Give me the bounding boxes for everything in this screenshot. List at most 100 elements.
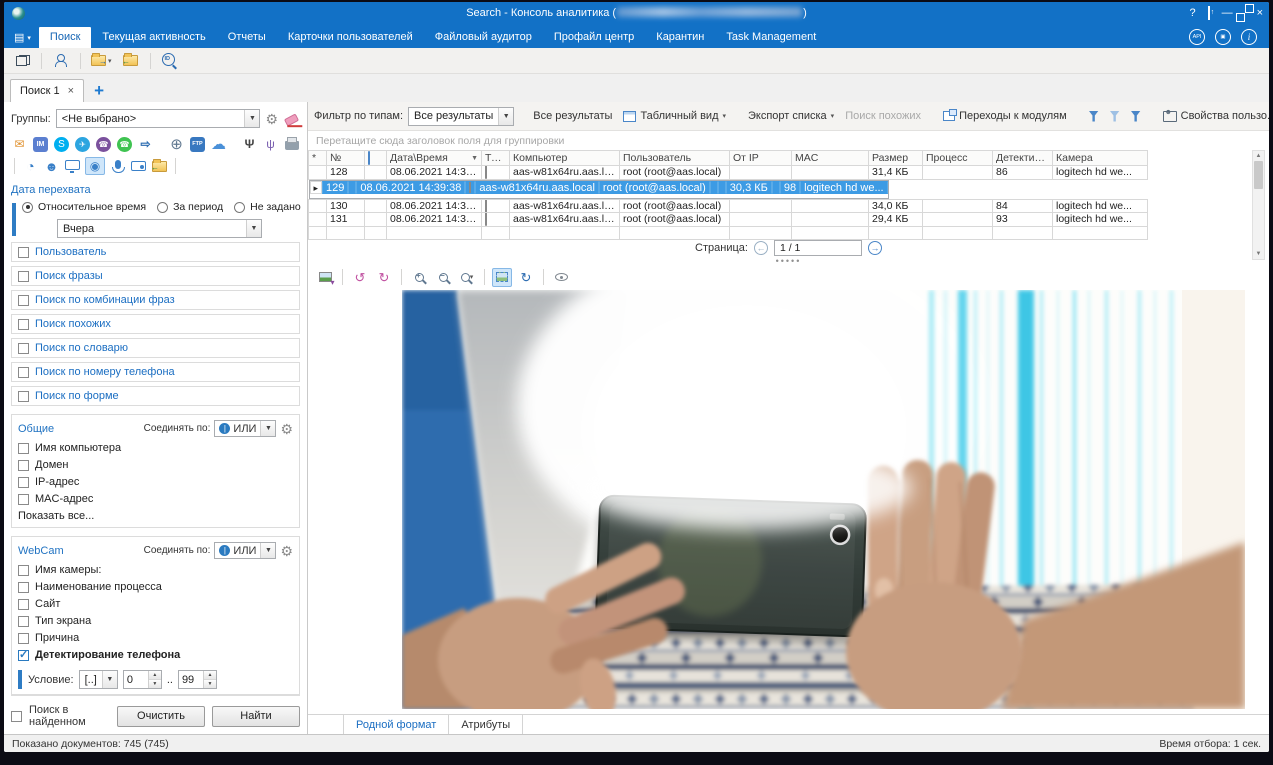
app-menu-button[interactable]: ▤▾: [8, 28, 39, 48]
webcam-item-process-name[interactable]: Наименование процесса: [18, 581, 293, 593]
microphone-channel-icon[interactable]: [109, 158, 126, 174]
lync-channel-icon[interactable]: ⇨: [137, 136, 154, 152]
device-audit-icon[interactable]: [130, 158, 147, 174]
telegram-channel-icon[interactable]: ✈: [74, 136, 91, 152]
tab-current-activity[interactable]: Текущая активность: [91, 27, 216, 48]
preview-button[interactable]: [551, 268, 571, 287]
user-properties-button[interactable]: Свойства пользо...: [1160, 108, 1269, 124]
search-by-id-button[interactable]: ID: [158, 50, 182, 72]
checkbox[interactable]: [18, 582, 29, 593]
import-search-button[interactable]: ←: [119, 50, 143, 72]
folder-transfer-icon[interactable]: ←: [151, 158, 168, 174]
groups-select[interactable]: <Не выбрано>▼: [56, 109, 261, 128]
webcam-channel-icon-selected[interactable]: ◉: [85, 157, 105, 175]
printer-icon[interactable]: [283, 136, 300, 152]
filter-type-select[interactable]: Все результаты▼: [408, 107, 514, 126]
checkbox[interactable]: [18, 247, 29, 258]
webcam-item-reason[interactable]: Причина: [18, 632, 293, 644]
col-computer[interactable]: Компьютер: [510, 151, 620, 166]
eraser-icon[interactable]: [284, 113, 299, 126]
package-icon[interactable]: ▣: [1215, 29, 1231, 45]
common-item-mac[interactable]: MAC-адрес: [18, 493, 293, 505]
checkbox-checked[interactable]: [18, 650, 29, 661]
next-page-button[interactable]: →: [868, 241, 882, 255]
close-tab-icon[interactable]: ×: [68, 85, 74, 97]
rotate-left-button[interactable]: ↺: [350, 268, 370, 287]
table-row[interactable]: 130 08.06.2021 14:39:36 aas-w81x64ru.aas…: [309, 199, 1148, 213]
export-image-button[interactable]: [315, 268, 335, 287]
export-list-button[interactable]: Экспорт списка▾: [745, 108, 837, 124]
table-row[interactable]: 128 08.06.2021 14:39:41 aas-w81x64ru.aas…: [309, 166, 1148, 180]
mail-channel-icon[interactable]: ✉: [11, 136, 28, 152]
tab-profile-center[interactable]: Профайл центр: [543, 27, 645, 48]
usb-device-icon[interactable]: Ψ: [241, 136, 258, 152]
clock-monitoring-icon[interactable]: ◔: [22, 158, 39, 174]
ftp-channel-icon[interactable]: FTP: [189, 136, 206, 152]
zoom-reset-button[interactable]: ↻: [516, 268, 536, 287]
zoom-in-button[interactable]: +: [409, 268, 429, 287]
http-channel-icon[interactable]: ⊕: [168, 136, 185, 152]
fit-to-window-button[interactable]: [492, 268, 512, 287]
col-size[interactable]: Размер: [869, 151, 923, 166]
add-funnel-button[interactable]: [1128, 109, 1144, 124]
webcam-item-phone-detection[interactable]: Детектирование телефона: [18, 649, 293, 661]
api-icon[interactable]: API: [1189, 29, 1205, 45]
filter-funnel-button[interactable]: [1086, 109, 1102, 124]
col-mac[interactable]: MAC: [792, 151, 869, 166]
col-tag[interactable]: [365, 151, 387, 166]
table-row[interactable]: 131 08.06.2021 14:39:33 aas-w81x64ru.aas…: [309, 213, 1148, 227]
checkbox[interactable]: [18, 633, 29, 644]
all-results-button[interactable]: Все результаты: [530, 108, 615, 124]
webcam-join-select[interactable]: |ИЛИ▼: [214, 542, 276, 559]
tab-search[interactable]: Поиск: [39, 27, 91, 48]
cascade-windows-button[interactable]: [10, 50, 34, 72]
common-item-ip[interactable]: IP-адрес: [18, 476, 293, 488]
condition-from-stepper[interactable]: 0▲▼: [123, 670, 162, 689]
checkbox[interactable]: [18, 367, 29, 378]
help-button[interactable]: ?: [1189, 6, 1195, 20]
scroll-up-icon[interactable]: ▲: [1256, 151, 1262, 161]
filter-item-similar[interactable]: Поиск похожих: [11, 314, 300, 334]
col-process[interactable]: Процесс: [923, 151, 993, 166]
clear-button[interactable]: Очистить: [117, 706, 205, 727]
viber-channel-icon[interactable]: ☎: [95, 136, 112, 152]
tab-reports[interactable]: Отчеты: [217, 27, 277, 48]
webcam-item-screen-type[interactable]: Тип экрана: [18, 615, 293, 627]
im-channel-icon[interactable]: IM: [32, 136, 49, 152]
prev-page-button[interactable]: ←: [754, 241, 768, 255]
filter-item-dictionary[interactable]: Поиск по словарю: [11, 338, 300, 358]
spin-up-icon[interactable]: ▲: [149, 671, 161, 680]
tab-task-management[interactable]: Task Management: [715, 27, 827, 48]
user-activity-icon[interactable]: ☻: [43, 158, 60, 174]
splitter-handle[interactable]: •••••: [308, 257, 1269, 265]
spin-down-icon[interactable]: ▼: [204, 680, 216, 688]
checkbox[interactable]: [18, 477, 29, 488]
tab-native-format[interactable]: Родной формат: [343, 715, 449, 734]
gear-icon[interactable]: ⚙: [280, 422, 293, 436]
tab-user-cards[interactable]: Карточки пользователей: [277, 27, 424, 48]
checkbox[interactable]: [18, 616, 29, 627]
col-filetype[interactable]: Тип фа: [482, 151, 510, 166]
close-button[interactable]: ×: [1257, 6, 1263, 20]
radio-period[interactable]: [157, 202, 168, 213]
col-num[interactable]: №: [327, 151, 365, 166]
period-select[interactable]: Вчера▼: [57, 219, 262, 238]
condition-operator-select[interactable]: [..]▼: [79, 670, 118, 689]
add-tab-button[interactable]: +: [84, 82, 114, 102]
show-all-link[interactable]: Показать все...: [18, 510, 293, 522]
checkbox[interactable]: [18, 343, 29, 354]
page-input[interactable]: 1 / 1: [774, 240, 862, 256]
info-icon[interactable]: i: [1241, 29, 1257, 45]
find-button[interactable]: Найти: [212, 706, 300, 727]
minimize-button[interactable]: —: [1222, 6, 1233, 20]
modules-button[interactable]: Переходы к модулям: [940, 108, 1070, 124]
radio-not-set[interactable]: [234, 202, 245, 213]
col-star[interactable]: *: [309, 151, 327, 166]
table-row-selected[interactable]: ▸ 129 08.06.2021 14:39:38 aas-w81x64ru.a…: [309, 180, 889, 199]
common-item-domain[interactable]: Домен: [18, 459, 293, 471]
monitor-channel-icon[interactable]: [64, 158, 81, 174]
col-user[interactable]: Пользователь: [620, 151, 730, 166]
radio-relative-time[interactable]: [22, 202, 33, 213]
spin-down-icon[interactable]: ▼: [149, 680, 161, 688]
checkbox[interactable]: [18, 443, 29, 454]
